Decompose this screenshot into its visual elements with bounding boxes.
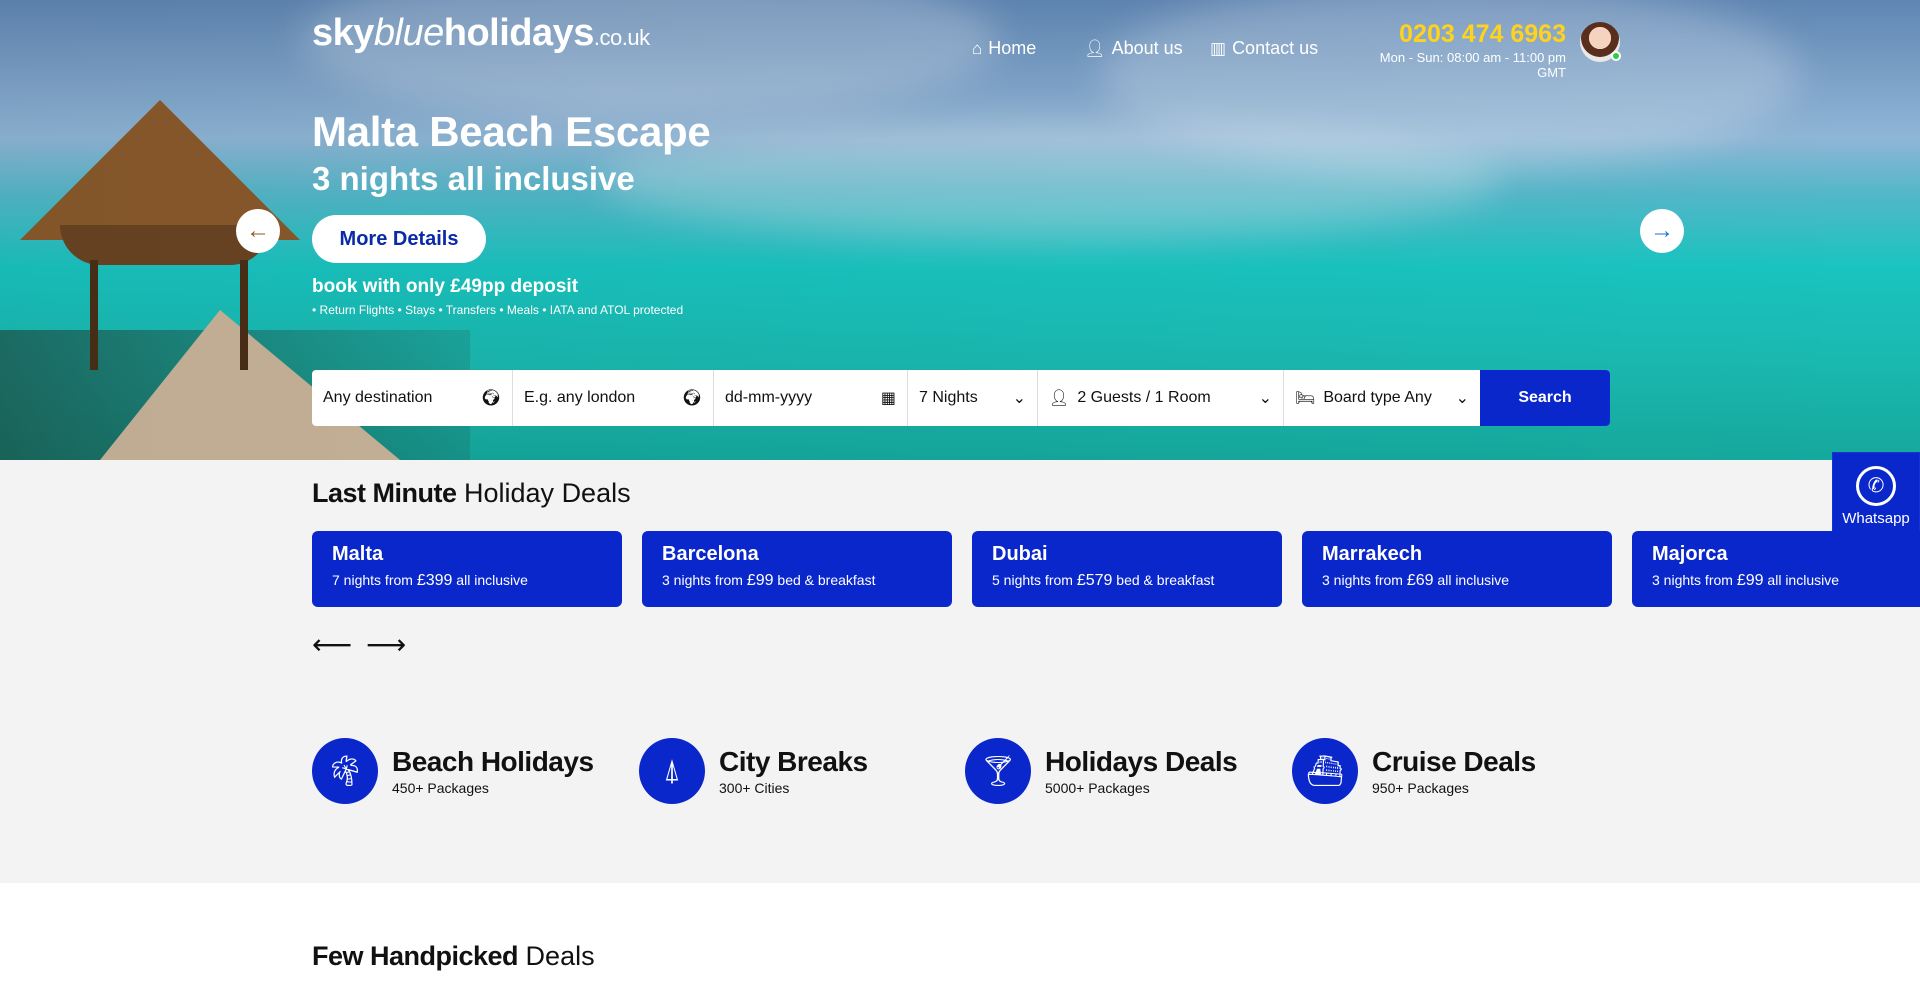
calendar-icon: ▦ xyxy=(880,390,896,407)
globe-icon: 🌍︎ xyxy=(480,390,501,407)
hero-banner: skyblueholidays.co.uk ⌂ Home 👤︎ About us… xyxy=(0,0,1920,460)
opening-hours: Mon - Sun: 08:00 am - 11:00 pm GMT xyxy=(1379,50,1566,80)
online-status-dot xyxy=(1611,51,1621,61)
destination-field[interactable]: Any destination 🌍︎ xyxy=(312,370,513,426)
hero-subtitle: 3 nights all inclusive xyxy=(312,160,635,197)
contact-phone[interactable]: 0203 474 6963 Mon - Sun: 08:00 am - 11:0… xyxy=(1355,20,1566,80)
more-details-button[interactable]: More Details xyxy=(312,215,486,263)
hero-title: Malta Beach Escape xyxy=(312,108,711,155)
arrow-right-icon: → xyxy=(1650,217,1674,244)
nav-contact-us[interactable]: ▥ Contact us xyxy=(1210,38,1318,59)
date-field[interactable]: dd-mm-yyyy ▦ xyxy=(714,370,908,426)
chevron-down-icon: ⌄ xyxy=(1012,390,1026,407)
deals-prev-button[interactable]: ⟵ xyxy=(312,628,352,661)
handpicked-section xyxy=(0,883,1920,993)
whatsapp-icon: ✆ xyxy=(1856,465,1896,506)
agent-avatar[interactable] xyxy=(1580,22,1621,62)
features-text: • Return Flights • Stays • Transfers • M… xyxy=(312,303,684,317)
globe-icon: 🌍︎ xyxy=(681,390,702,407)
home-icon: ⌂ xyxy=(972,38,983,58)
whatsapp-button[interactable]: ✆ Whatsapp xyxy=(1832,452,1920,540)
bed-icon: 🛏︎ xyxy=(1295,390,1316,407)
user-icon: 👤︎ xyxy=(1049,390,1070,407)
map-icon: ▥ xyxy=(1210,38,1227,58)
arrow-left-icon: ← xyxy=(246,217,270,244)
search-bar: Any destination 🌍︎ E.g. any london 🌍︎ dd… xyxy=(312,370,1610,426)
slider-next-button[interactable]: → xyxy=(1640,209,1684,253)
slider-prev-button[interactable]: ← xyxy=(236,209,280,253)
deal-card[interactable]: Malta 7 nights from £399 all inclusive xyxy=(312,531,622,607)
category-city-breaks[interactable]: ⍋ City Breaks 300+ Cities xyxy=(639,738,868,804)
cocktail-icon: 🍸︎ xyxy=(965,738,1031,804)
nav-home[interactable]: ⌂ Home xyxy=(972,38,1036,59)
category-beach-holidays[interactable]: 🌴︎ Beach Holidays 450+ Packages xyxy=(312,738,594,804)
deal-card[interactable]: Dubai 5 nights from £579 bed & breakfast xyxy=(972,531,1282,607)
last-minute-title: Last Minute Holiday Deals xyxy=(312,478,631,508)
nav-about-us[interactable]: 👤︎ About us xyxy=(1084,38,1183,59)
site-logo[interactable]: skyblueholidays.co.uk xyxy=(312,12,650,55)
palm-tree-icon: 🌴︎ xyxy=(312,738,378,804)
departure-field[interactable]: E.g. any london 🌍︎ xyxy=(513,370,714,426)
user-icon: 👤︎ xyxy=(1084,38,1106,58)
deposit-text: book with only £49pp deposit xyxy=(312,276,579,297)
deals-carousel: Malta 7 nights from £399 all inclusive B… xyxy=(312,531,1920,607)
guests-select[interactable]: 👤︎ 2 Guests / 1 Room ⌄ xyxy=(1038,370,1284,426)
handpicked-title: Few Handpicked Deals xyxy=(312,941,595,971)
deal-card[interactable]: Marrakech 3 nights from £69 all inclusiv… xyxy=(1302,531,1612,607)
nights-select[interactable]: 7 Nights ⌄ xyxy=(908,370,1038,426)
search-button[interactable]: Search xyxy=(1480,370,1610,426)
eiffel-tower-icon: ⍋ xyxy=(639,738,705,804)
deal-card[interactable]: Barcelona 3 nights from £99 bed & breakf… xyxy=(642,531,952,607)
deal-card[interactable]: Majorca 3 nights from £99 all inclusive xyxy=(1632,531,1920,607)
ship-icon: ⛴︎ xyxy=(1292,738,1358,804)
category-holidays-deals[interactable]: 🍸︎ Holidays Deals 5000+ Packages xyxy=(965,738,1238,804)
phone-number[interactable]: 0203 474 6963 xyxy=(1355,20,1566,49)
chevron-down-icon: ⌄ xyxy=(1455,390,1469,407)
board-type-select[interactable]: 🛏︎ Board type Any ⌄ xyxy=(1284,370,1480,426)
chevron-down-icon: ⌄ xyxy=(1258,390,1272,407)
deals-next-button[interactable]: ⟶ xyxy=(366,628,406,661)
deals-navigation: ⟵ ⟶ xyxy=(312,628,406,661)
category-cruise-deals[interactable]: ⛴︎ Cruise Deals 950+ Packages xyxy=(1292,738,1536,804)
